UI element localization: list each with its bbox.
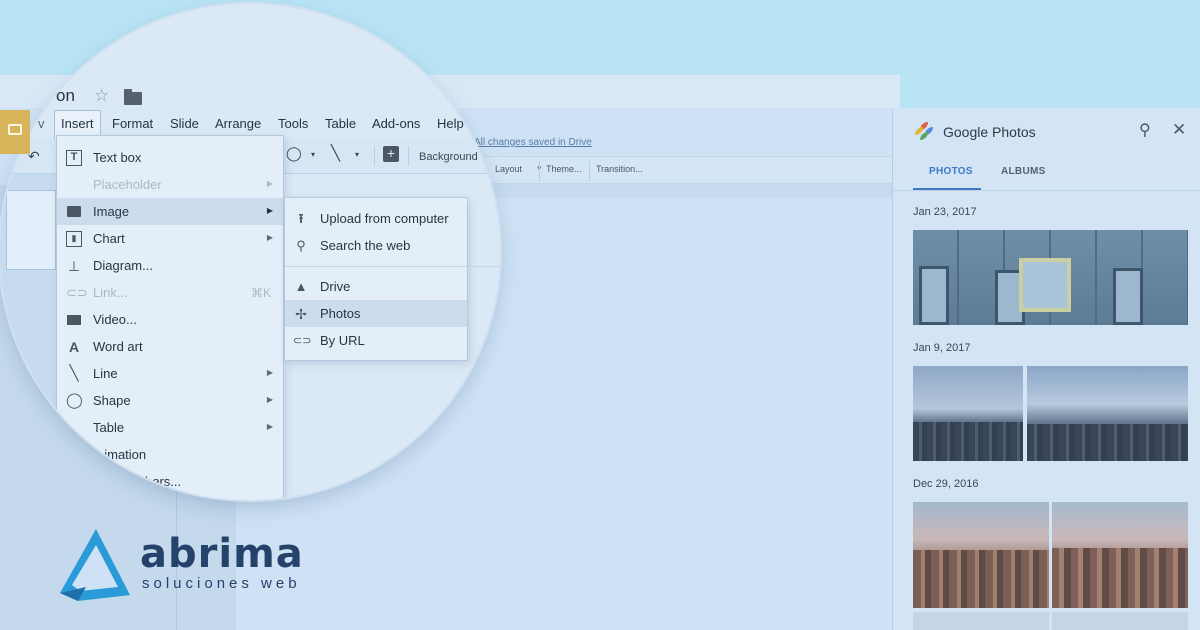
link-icon: ⊂⊃ [293,335,312,347]
photo-group-date: Dec 29, 2016 [913,478,979,490]
video-icon [66,312,82,328]
transition-button[interactable]: Transition... [596,164,643,174]
menu-item-diagram[interactable]: ⊥ Diagram... [57,252,283,279]
submenu-arrow-icon: ▶ [266,422,273,431]
menu-arrange[interactable]: Arrange [215,116,261,131]
link-icon: ⊂⊃ [66,285,88,300]
line-icon: ╲ [69,365,79,382]
menu-item-line[interactable]: ╲ Line ▶ [57,360,283,387]
menu-item-video[interactable]: Video... [57,306,283,333]
folder-icon[interactable] [124,89,142,105]
toolbar-divider [374,146,375,166]
submenu-item-upload[interactable]: ⭱ Upload from computer [285,205,467,232]
menu-view-partial[interactable]: v [38,116,45,131]
submenu-arrow-icon: ▶ [266,233,273,242]
menu-add-ons[interactable]: Add-ons [372,116,420,131]
search-icon: ⚲ [296,238,306,253]
abrima-logo: abrima soluciones web [56,525,346,605]
photo-group-date: Jan 9, 2017 [913,342,971,354]
search-icon[interactable]: ⚲ [1139,120,1151,140]
toolbar-divider [539,161,540,181]
image-icon [66,204,82,220]
toolbar-divider [589,161,590,181]
close-icon[interactable]: ✕ [1172,120,1186,140]
photo-group-date: Jan 23, 2017 [913,206,977,218]
image-submenu: ⭱ Upload from computer ⚲ Search the web … [284,197,500,361]
submenu-arrow-icon: ▶ [266,206,273,215]
submenu-item-search-web[interactable]: ⚲ Search the web [285,232,467,259]
menu-bar: v Insert Format Slide Arrange Tools Tabl… [30,110,500,139]
insert-menu: T Text box Placeholder ▶ Image ▶ ▮ Chart… [56,135,284,500]
shape-icon: ◯ [66,392,83,409]
menu-tools[interactable]: Tools [278,116,308,131]
google-photos-panel: Google Photos ⚲ ✕ PHOTOS ALBUMS Jan 23, … [892,108,1200,630]
menu-item-slide-numbers[interactable]: bers... [57,468,283,495]
submenu-arrow-icon: ▶ [266,368,273,377]
tab-divider [893,190,1200,191]
photos-icon: ✢ [295,306,307,322]
chart-icon: ▮ [66,231,82,247]
shape-tool-icon[interactable]: ◯ [286,145,302,162]
menu-item-placeholder: Placeholder ▶ [93,177,273,192]
menu-item-table[interactable]: Table ▶ [57,414,283,441]
slide-thumbnail[interactable] [6,190,56,270]
shortcut-hint: ⌘K [250,286,271,300]
photo-thumbnail[interactable] [1052,502,1188,608]
background-button[interactable]: Background [419,151,478,163]
menu-help[interactable]: Help [437,116,464,131]
slides-app-icon[interactable] [0,110,30,154]
menu-item-word-art[interactable]: A Word art [57,333,283,360]
menu-format[interactable]: Format [112,116,153,131]
submenu-arrow-icon: ▶ [266,179,273,188]
panel-title: Google Photos [943,124,1036,140]
upload-icon: ⭱ [298,211,304,226]
chevron-down-icon[interactable]: ▾ [311,150,315,159]
tab-albums[interactable]: ALBUMS [1001,166,1046,177]
menu-item-shape[interactable]: ◯ Shape ▶ [57,387,283,414]
submenu-item-drive[interactable]: ▲ Drive [285,273,467,300]
photo-thumbnail[interactable] [913,366,1023,461]
photo-thumbnail[interactable] [1027,366,1188,461]
toolbar-divider [408,146,409,166]
brand-name: abrima [140,531,304,577]
menu-item-animation[interactable]: nimation [57,441,283,468]
menu-item-chart[interactable]: ▮ Chart ▶ [57,225,283,252]
document-title[interactable]: on [56,86,75,106]
menu-table[interactable]: Table [325,116,356,131]
menu-item-link: ⊂⊃ Link... ⌘K [66,285,271,300]
add-comment-icon[interactable]: + [383,146,399,162]
chevron-down-icon[interactable]: ▾ [355,150,359,159]
submenu-separator [285,266,500,267]
menu-item-image[interactable]: Image ▶ [57,198,283,225]
photo-thumbnail[interactable] [1052,612,1188,630]
submenu-item-photos[interactable]: ✢ Photos [285,300,467,327]
word-art-icon: A [68,339,80,355]
photo-thumbnail[interactable] [913,612,1049,630]
line-tool-icon[interactable]: ╲ [331,144,340,162]
magnifier-lens: on ☆ ↶ ◯ ▾ ╲ ▾ + Background v Insert For… [0,4,500,500]
menu-slide[interactable]: Slide [170,116,199,131]
google-photos-logo-icon [915,122,933,140]
tab-photos[interactable]: PHOTOS [929,166,973,177]
brand-tagline: soluciones web [142,575,301,592]
photo-thumbnail[interactable] [913,502,1049,608]
submenu-item-by-url[interactable]: ⊂⊃ By URL [285,327,467,354]
submenu-arrow-icon: ▶ [266,395,273,404]
diagram-icon: ⊥ [67,258,81,274]
text-box-icon: T [66,150,82,166]
theme-button[interactable]: Theme... [546,164,582,174]
abrima-logo-icon [60,529,130,601]
menu-item-text-box[interactable]: T Text box [57,144,283,171]
drive-icon: ▲ [294,279,308,294]
star-icon[interactable]: ☆ [94,86,109,106]
photo-thumbnail[interactable] [913,230,1188,325]
